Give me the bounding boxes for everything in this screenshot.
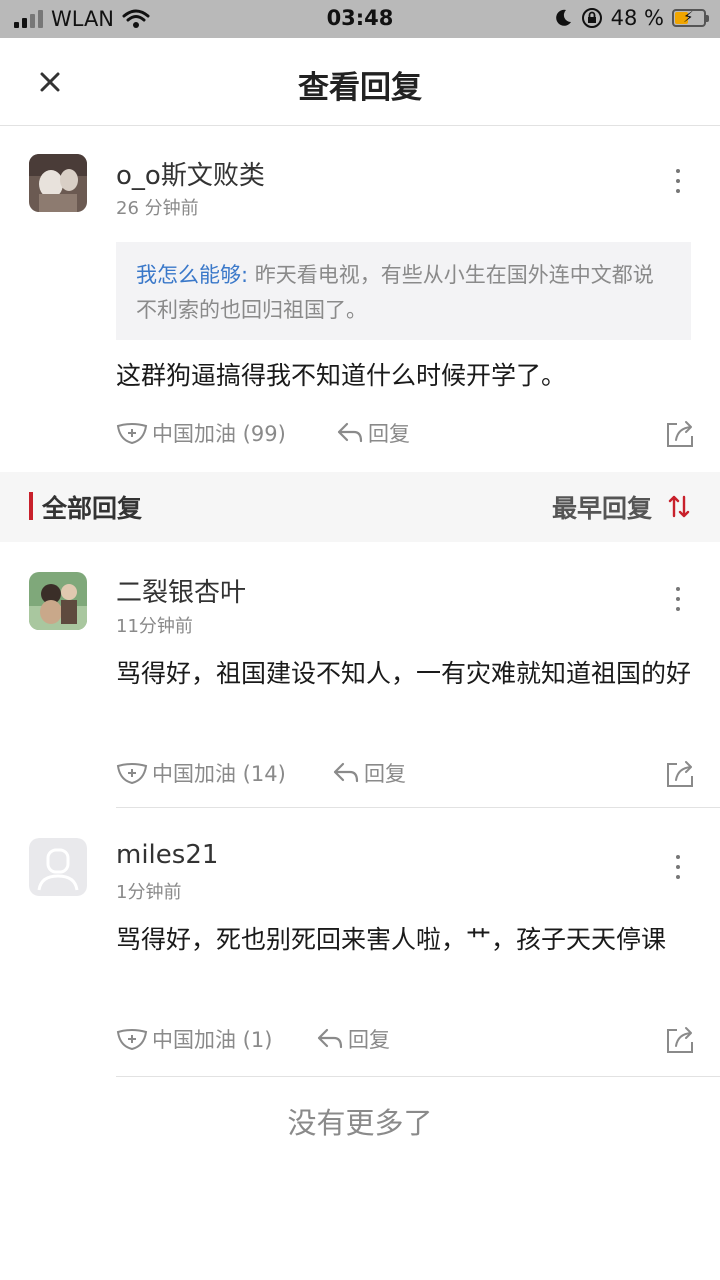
reply-button[interactable]: 回复 [316,1024,390,1054]
username[interactable]: 二裂银杏叶 [116,572,246,609]
sort-label: 最早回复 [551,494,652,523]
section-header: 全部回复 最早回复 [0,472,720,542]
reply-item: miles21 1分钟前 骂得好，死也别死回来害人啦，艹，孩子天天停课 中国加油… [0,810,720,1078]
status-right: 48 % ⚡ [553,6,709,30]
no-more-label: 没有更多了 [287,1106,433,1140]
cheer-icon [116,763,148,785]
like-label: 中国加油 (99) [152,422,286,446]
like-label: 中国加油 (14) [152,762,286,786]
moon-icon [555,9,571,26]
timestamp: 1分钟前 [116,882,182,903]
more-options-button[interactable] [670,852,686,882]
share-icon [667,1027,693,1053]
share-icon [667,761,693,787]
timestamp: 11分钟前 [116,616,193,637]
rotation-lock-icon [581,8,602,28]
more-options-button[interactable] [670,166,686,196]
cheer-icon [116,423,148,445]
comment-text: 骂得好，死也别死回来害人啦，艹，孩子天天停课 [116,925,667,954]
reply-button[interactable]: 回复 [332,758,406,788]
more-options-button[interactable] [670,584,686,614]
reply-sheet: 查看回复 o_o斯文败类 26 分钟前 我怎么能够: 昨天看电视，有些从小生在国… [0,38,720,1280]
divider [116,807,720,808]
battery-icon: ⚡ [672,8,709,27]
comment-actions: 中国加油 (99) 回复 [116,418,696,452]
avatar[interactable] [29,154,87,212]
share-button[interactable] [664,758,696,790]
reply-label: 回复 [348,1028,390,1052]
reply-icon [333,762,359,783]
reply-icon [317,1028,343,1049]
like-label: 中国加油 (1) [152,1028,273,1052]
section-accent-bar [29,492,33,520]
comment-actions: 中国加油 (1) 回复 [116,1024,696,1058]
sort-button[interactable]: 最早回复 [552,489,692,525]
quoted-comment[interactable]: 我怎么能够: 昨天看电视，有些从小生在国外连中文都说不利索的也回归祖国了。 [116,242,691,340]
page-title: 查看回复 [298,70,422,106]
reply-icon [337,422,363,443]
share-icon [667,421,693,447]
reply-button[interactable]: 回复 [336,418,410,448]
avatar[interactable] [29,572,87,630]
divider [116,1076,720,1077]
reply-item: 二裂银杏叶 11分钟前 骂得好，祖国建设不知人，一有灾难就知道祖国的好 中国加油… [0,542,720,810]
cheer-icon [116,1029,148,1051]
battery-percent: 48 % [610,6,664,30]
reply-label: 回复 [368,422,410,446]
section-title: 全部回复 [42,494,143,523]
reply-label: 回复 [364,762,406,786]
username[interactable]: o_o斯文败类 [116,155,265,192]
like-button[interactable]: 中国加油 (99) [116,418,286,448]
avatar[interactable] [29,838,87,896]
sort-icon [668,495,690,518]
like-button[interactable]: 中国加油 (14) [116,758,286,788]
quote-author[interactable]: 我怎么能够: [136,263,248,287]
comment-actions: 中国加油 (14) 回复 [116,758,696,792]
share-button[interactable] [664,1024,696,1056]
share-button[interactable] [664,418,696,450]
username[interactable]: miles21 [116,840,218,870]
header: 查看回复 [0,38,720,126]
comment-text: 这群狗逼搞得我不知道什么时候开学了。 [116,361,567,390]
comment-text: 骂得好，祖国建设不知人，一有灾难就知道祖国的好 [116,659,692,688]
main-comment: o_o斯文败类 26 分钟前 我怎么能够: 昨天看电视，有些从小生在国外连中文都… [0,126,720,472]
timestamp: 26 分钟前 [116,198,199,219]
like-button[interactable]: 中国加油 (1) [116,1024,272,1054]
status-bar: WLAN 03:48 48 % ⚡ [0,0,720,38]
